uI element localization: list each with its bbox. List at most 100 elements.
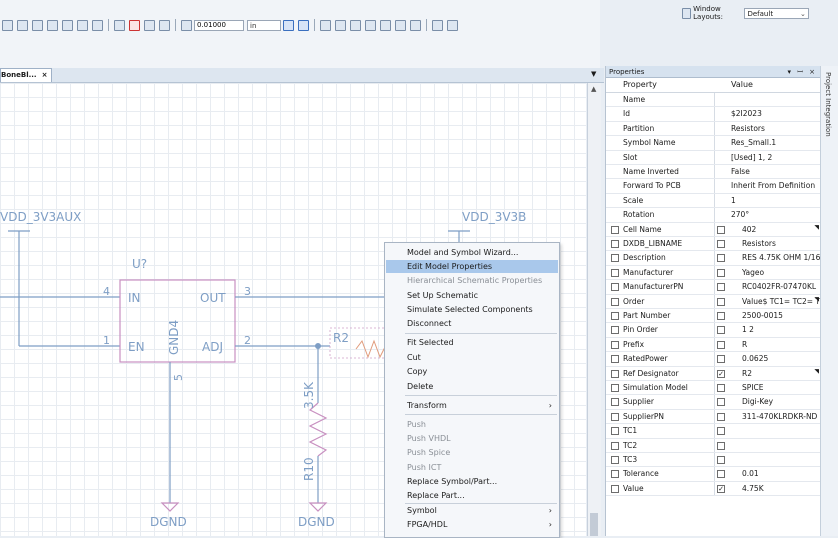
value-checkbox[interactable] [717,384,725,392]
row-checkbox[interactable] [611,355,619,364]
property-row[interactable]: Tolerance 0.01 [606,467,820,482]
menu-item-push-spice[interactable]: Push Spice [386,446,558,459]
property-row[interactable]: Ref Designator ✓ R2 ◥ [606,366,820,381]
value-checkbox[interactable] [717,441,725,450]
value-checkbox[interactable] [717,470,725,479]
value-checkbox[interactable] [717,297,725,306]
property-value[interactable]: R [730,340,820,349]
property-row[interactable]: SupplierPN 311-470KLRDKR-ND [606,409,820,425]
scroll-up-icon[interactable]: ▲ [591,85,596,93]
property-row[interactable]: Value ✓ 4.75K [606,481,820,497]
play-icon[interactable] [320,19,331,31]
property-value[interactable]: 4.75K [730,484,820,493]
value-checkbox[interactable]: ✓ [717,369,725,378]
menu-item-replace-symbol[interactable]: Replace Symbol/Part... [386,475,558,488]
value-checkbox[interactable] [717,312,725,320]
window-layouts-select[interactable]: Default ⌄ [744,7,809,19]
menu-item-fpga-hdl[interactable]: FPGA/HDL › [386,518,558,531]
resistor-r10-symbol[interactable] [308,402,328,457]
rotate-icon[interactable] [144,19,155,31]
row-checkbox[interactable] [611,427,619,436]
property-value[interactable]: $2I2023 [731,109,819,118]
property-row[interactable]: Supplier Digi-Key [606,395,820,410]
row-checkbox[interactable] [611,312,619,320]
property-value[interactable]: SPICE [730,383,820,392]
grid-value-input[interactable] [194,19,244,31]
pin-edit-icon[interactable] [395,19,406,31]
row-checkbox[interactable] [611,456,619,464]
property-row[interactable]: RatedPower 0.0625 [606,352,820,367]
property-value[interactable]: 1 2 [730,325,820,334]
property-row[interactable]: Prefix R [606,337,820,353]
menu-item-cut[interactable]: Cut [386,351,558,364]
scroll-thumb[interactable] [590,513,598,536]
property-row[interactable]: Name [606,93,820,108]
property-row[interactable]: Manufacturer Yageo [606,265,820,281]
property-row[interactable]: TC2 [606,438,820,453]
menu-item-model-symbol-wizard[interactable]: Model and Symbol Wizard... [386,246,558,259]
property-value[interactable]: 270° [731,210,819,219]
property-value[interactable]: Resistors [731,124,819,133]
grid-display-icon[interactable] [283,19,294,31]
property-row[interactable]: Rotation 270° [606,208,820,223]
property-row[interactable]: Slot [Used] 1, 2 [606,150,820,165]
row-checkbox[interactable] [611,326,619,335]
value-checkbox[interactable] [717,326,725,335]
bus-tool-icon[interactable] [17,19,28,31]
column-value[interactable]: Value [731,80,753,89]
net-label-icon[interactable] [32,19,43,31]
tab-dropdown-icon[interactable]: ▼ [591,70,596,78]
property-row[interactable]: TC3 [606,453,820,468]
row-checkbox[interactable] [611,268,619,277]
resistor-ref-r10[interactable]: R10 [302,457,316,481]
place-part-icon[interactable] [77,19,88,31]
property-value[interactable]: Resistors [730,239,820,248]
value-checkbox[interactable] [717,427,725,436]
menu-item-symbol[interactable]: Symbol › [386,504,558,517]
bus-rip-icon[interactable] [447,19,458,31]
row-checkbox[interactable] [611,398,619,407]
row-checkbox[interactable] [611,412,619,421]
menu-item-hierarchical-properties[interactable]: Hierarchical Schematic Properties [386,274,558,287]
dropdown-marker-icon[interactable]: ◥ [814,368,819,375]
canvas-vertical-scrollbar[interactable]: ▲ [587,83,601,536]
triangle-icon[interactable] [335,19,346,31]
value-checkbox[interactable] [717,340,725,349]
property-value[interactable]: 0.01 [730,469,820,478]
net-label-vdd-right[interactable]: VDD_3V3B [462,210,526,224]
value-checkbox[interactable] [717,456,725,464]
pin-array-icon[interactable] [365,19,376,31]
bus-entry-icon[interactable] [432,19,443,31]
pin-swap-icon[interactable] [380,19,391,31]
menu-item-edit-model-properties[interactable]: Edit Model Properties [386,260,558,273]
property-row[interactable]: DXDB_LIBNAME Resistors [606,237,820,252]
property-value[interactable]: Res_Small.1 [731,138,819,147]
align-icon[interactable] [114,19,125,31]
property-row[interactable]: Forward To PCB Inherit From Definition [606,179,820,194]
menu-item-transform[interactable]: Transform › [386,399,558,412]
tab-document[interactable]: BoneBl... × [0,68,53,82]
probe-icon[interactable] [62,19,73,31]
value-checkbox[interactable] [717,240,725,248]
property-value[interactable]: RC0402FR-07470KL [730,282,820,291]
menu-item-push[interactable]: Push [386,418,558,431]
property-row[interactable]: Pin Order 1 2 [606,323,820,338]
value-checkbox[interactable]: ✓ [717,484,725,493]
property-row[interactable]: TC1 [606,424,820,439]
property-row[interactable]: ManufacturerPN RC0402FR-07470KL [606,280,820,295]
menu-item-fit-selected[interactable]: Fit Selected [386,336,558,349]
menu-item-delete[interactable]: Delete [386,380,558,393]
panel-buttons[interactable]: ▾ ꟷ × [787,66,817,78]
property-row[interactable]: Name Inverted False [606,165,820,180]
value-checkbox[interactable] [717,412,725,421]
ground-symbol-2[interactable] [308,502,328,512]
net-label-vdd-left[interactable]: VDD_3V3AUX [0,210,81,224]
property-row[interactable]: Scale 1 [606,193,820,209]
property-value[interactable]: 402 [730,225,820,234]
wire-tool-icon[interactable] [2,19,13,31]
property-row[interactable]: Symbol Name Res_Small.1 [606,136,820,151]
row-checkbox[interactable] [611,369,619,378]
property-row[interactable]: Part Number 2500-0015 [606,309,820,324]
property-value[interactable]: 2500-0015 [730,311,820,320]
row-checkbox[interactable] [611,297,619,306]
